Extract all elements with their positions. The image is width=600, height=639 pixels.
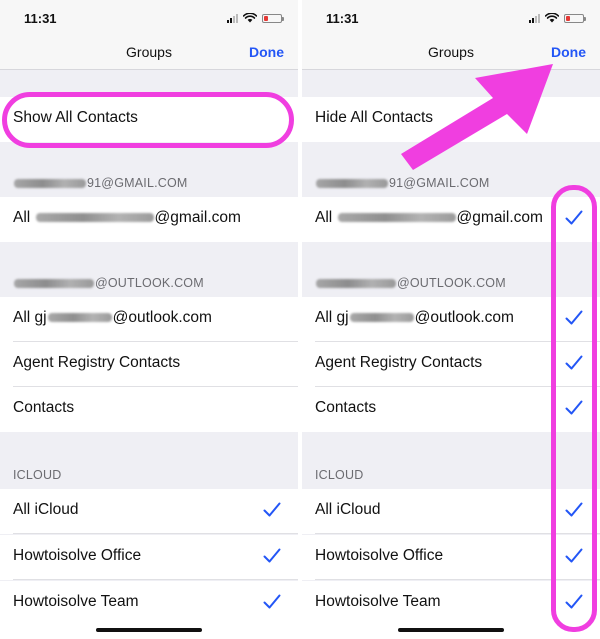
group-row-label: All @gmail.com (315, 209, 543, 227)
group-row-label: Howtoisolve Team (13, 593, 139, 610)
group-row-label: All gj @outlook.com (13, 309, 212, 327)
group-row-label: Howtoisolve Team (315, 593, 441, 610)
icloud-section-header: ICLOUD (315, 468, 364, 482)
redacted-text (35, 213, 154, 223)
group-row-all-gmail[interactable]: All @gmail.com (0, 197, 298, 242)
cellular-signal-icon (529, 13, 540, 23)
group-row-all-icloud[interactable]: All iCloud (0, 489, 298, 534)
cellular-signal-icon (227, 13, 238, 23)
divider (13, 533, 298, 534)
group-row-howtoisolve-office[interactable]: Howtoisolve Office (0, 535, 298, 580)
checkmark-icon (263, 502, 281, 518)
redacted-text (14, 179, 86, 189)
arrow-annotation-icon (401, 64, 553, 170)
battery-icon (564, 13, 586, 23)
done-button[interactable]: Done (249, 44, 284, 60)
gmail-row-prefix: All (315, 209, 337, 226)
gmail-row-suffix: @gmail.com (154, 209, 241, 226)
gmail-header-suffix: 91@GMAIL.COM (87, 176, 188, 190)
redacted-text (47, 313, 112, 323)
highlight-show-all-contacts (2, 92, 294, 148)
redacted-text (337, 213, 456, 223)
checkmark-icon (263, 548, 281, 564)
group-row-label: Contacts (13, 399, 75, 416)
group-row-label: Agent Registry Contacts (315, 354, 483, 371)
wifi-icon (545, 13, 559, 23)
wifi-icon (243, 13, 257, 23)
outlook-row-prefix: All gj (315, 309, 349, 326)
status-bar: 11:31 (0, 0, 298, 36)
outlook-row-suffix: @outlook.com (414, 309, 514, 326)
gmail-section-header: 91@GMAIL.COM (13, 176, 188, 190)
gmail-row-suffix: @gmail.com (456, 209, 543, 226)
highlight-checkmarks-column (551, 185, 597, 632)
group-row-agent-registry[interactable]: Agent Registry Contacts (0, 342, 298, 387)
divider (13, 579, 298, 580)
group-row-label: All iCloud (13, 501, 79, 518)
group-row-label: Contacts (315, 399, 377, 416)
group-row-label: Howtoisolve Office (13, 547, 142, 564)
outlook-section-header: @OUTLOOK.COM (13, 276, 204, 290)
status-time: 11:31 (326, 11, 359, 26)
group-row-label: All iCloud (315, 501, 381, 518)
redacted-text (316, 179, 388, 189)
redacted-text (14, 279, 94, 289)
done-button[interactable]: Done (551, 44, 586, 60)
outlook-row-suffix: @outlook.com (112, 309, 212, 326)
redacted-text (349, 313, 414, 323)
outlook-row-prefix: All gj (13, 309, 47, 326)
status-bar: 11:31 (302, 0, 600, 36)
outlook-header-suffix: @OUTLOOK.COM (95, 276, 204, 290)
gmail-row-prefix: All (13, 209, 35, 226)
checkmark-icon (263, 594, 281, 610)
outlook-section-header: @OUTLOOK.COM (315, 276, 506, 290)
group-row-all-outlook[interactable]: All gj @outlook.com (0, 297, 298, 342)
outlook-header-suffix: @OUTLOOK.COM (397, 276, 506, 290)
group-row-contacts[interactable]: Contacts (0, 387, 298, 432)
icloud-section-header: ICLOUD (13, 468, 62, 482)
battery-icon (262, 13, 284, 23)
status-icons (227, 12, 284, 24)
group-row-label: Howtoisolve Office (315, 547, 444, 564)
group-row-label: All gj @outlook.com (315, 309, 514, 327)
group-row-label: All @gmail.com (13, 209, 241, 227)
group-row-label: Agent Registry Contacts (13, 354, 181, 371)
home-indicator (398, 628, 504, 632)
nav-bar: Groups Done (0, 36, 298, 70)
home-indicator (96, 628, 202, 632)
status-icons (529, 12, 586, 24)
status-time: 11:31 (24, 11, 57, 26)
redacted-text (316, 279, 396, 289)
